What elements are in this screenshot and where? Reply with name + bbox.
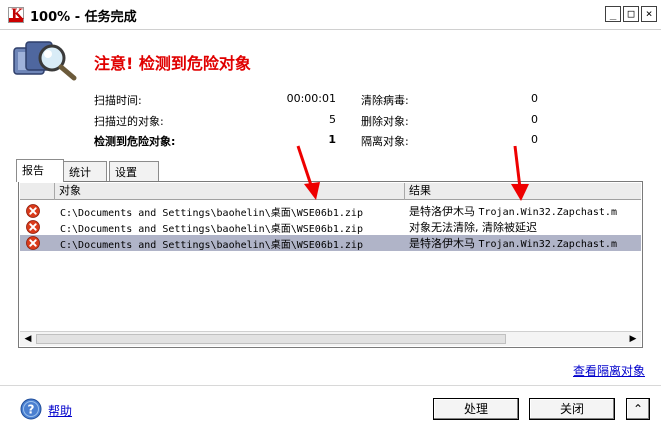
error-icon [26, 204, 40, 218]
result-text: 是特洛伊木马 [409, 237, 479, 250]
status-column-header[interactable] [20, 183, 54, 200]
close-window-button[interactable]: × [641, 6, 657, 22]
deleted-value: 0 [531, 113, 538, 126]
maximize-button[interactable]: □ [623, 6, 639, 22]
threat-name: Trojan.Win32.Zapchast.m [478, 207, 617, 218]
scan-result: 是特洛伊木马 Trojan.Win32.Zapchast.m [409, 235, 641, 251]
column-header-object[interactable]: 对象 [54, 183, 404, 200]
deleted-label: 删除对象: [361, 115, 409, 128]
scan-result: 是特洛伊木马 Trojan.Win32.Zapchast.m [409, 203, 641, 219]
error-icon [26, 236, 40, 250]
window-title: 100% - 任务完成 [30, 10, 137, 25]
process-button[interactable]: 处理 [433, 398, 519, 420]
annotation-arrow-icon [296, 145, 320, 200]
tab-report[interactable]: 报告 [16, 159, 64, 182]
quarantined-label: 隔离对象: [361, 135, 409, 148]
scan-time-label: 扫描时间: [94, 94, 142, 107]
help-link[interactable]: 帮助 [48, 402, 72, 419]
close-button[interactable]: 关闭 [529, 398, 615, 420]
table-row[interactable]: C:\Documents and Settings\baohelin\桌面\WS… [20, 203, 641, 219]
detected-objects-label: 检测到危险对象: [94, 135, 176, 148]
scroll-right-icon[interactable]: ▶ [626, 332, 640, 346]
collapse-button[interactable]: ⌃ [626, 398, 650, 420]
table-header: 对象 结果 [20, 183, 641, 200]
scan-result: 对象无法清除, 清除被延迟 [409, 219, 641, 235]
result-text: 对象无法清除, 清除被延迟 [409, 221, 537, 234]
object-path: C:\Documents and Settings\baohelin\桌面\WS… [60, 240, 363, 251]
report-table: 对象 结果 C:\Documents and Settings\baohelin… [18, 181, 643, 348]
table-row[interactable]: C:\Documents and Settings\baohelin\桌面\WS… [20, 219, 641, 235]
scroll-left-icon[interactable]: ◀ [21, 332, 35, 346]
scan-time-value: 00:00:01 [286, 92, 336, 105]
scanned-objects-label: 扫描过的对象: [94, 115, 164, 128]
svg-text:?: ? [28, 403, 35, 417]
kaspersky-logo-icon: K [8, 7, 24, 23]
view-quarantine-link[interactable]: 查看隔离对象 [573, 362, 645, 379]
scrollbar-thumb[interactable] [36, 334, 506, 344]
error-icon [26, 220, 40, 234]
annotation-arrow-icon [511, 145, 529, 201]
tab-statistics[interactable]: 统计 [63, 161, 107, 181]
tab-settings[interactable]: 设置 [109, 161, 159, 181]
disinfected-label: 清除病毒: [361, 94, 409, 107]
horizontal-scrollbar[interactable]: ◀ ▶ [20, 331, 641, 346]
object-path: C:\Documents and Settings\baohelin\桌面\WS… [60, 224, 363, 235]
help-icon[interactable]: ? [20, 398, 42, 420]
minimize-button[interactable]: _ [605, 6, 621, 22]
table-row-selected[interactable]: C:\Documents and Settings\baohelin\桌面\WS… [20, 235, 641, 251]
disinfected-value: 0 [531, 92, 538, 105]
title-bar: K 100% - 任务完成 _ □ × [0, 0, 661, 30]
object-path: C:\Documents and Settings\baohelin\桌面\WS… [60, 208, 363, 219]
result-text: 是特洛伊木马 [409, 205, 479, 218]
scanned-objects-value: 5 [329, 113, 336, 126]
threat-name: Trojan.Win32.Zapchast.m [478, 239, 617, 250]
alert-title: 注意! 检测到危险对象 [94, 54, 251, 73]
scan-magnifier-icon [13, 41, 77, 81]
